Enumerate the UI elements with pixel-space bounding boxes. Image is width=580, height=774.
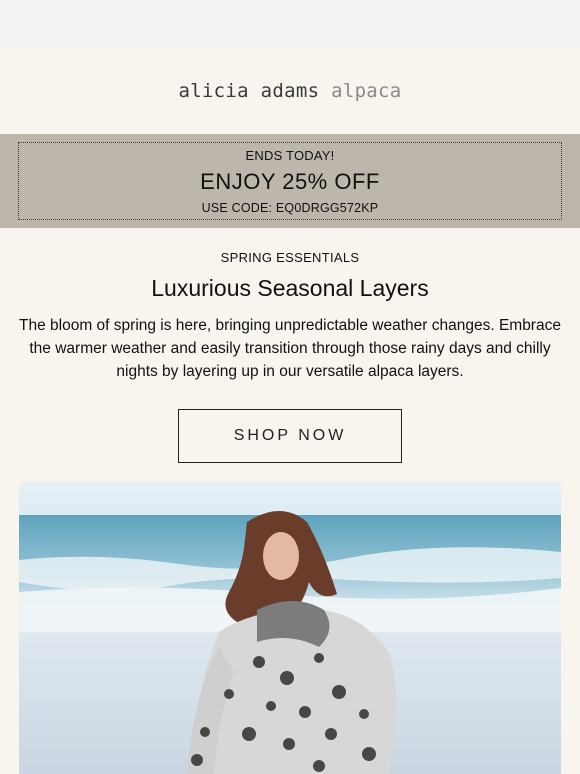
section-body-text: The bloom of spring is here, bringing un… [19, 317, 561, 380]
promo-banner[interactable]: ENDS TODAY! ENJOY 25% OFF USE CODE: EQ0D… [0, 134, 580, 228]
promo-dotted-frame: ENDS TODAY! ENJOY 25% OFF USE CODE: EQ0D… [18, 142, 562, 220]
section-headline: Luxurious Seasonal Layers [151, 275, 429, 301]
header: alicia adams alpaca [0, 48, 580, 134]
brand-logo[interactable]: alicia adams alpaca [178, 80, 401, 102]
email-top-spacer [0, 0, 580, 48]
promo-ends-today: ENDS TODAY! [245, 148, 335, 163]
shop-now-button[interactable]: SHOP NOW [178, 409, 402, 463]
promo-offer: ENJOY 25% OFF [200, 169, 380, 194]
hero-image[interactable] [19, 482, 561, 774]
hero-beach-photo [19, 482, 561, 774]
main-content: SPRING ESSENTIALS Luxurious Seasonal Lay… [0, 250, 580, 463]
promo-code: USE CODE: EQ0DRGG572KP [201, 201, 379, 215]
section-eyebrow: SPRING ESSENTIALS [220, 250, 360, 265]
logo-main-text: alicia adams [178, 80, 320, 102]
logo-secondary-text: alpaca [331, 80, 402, 102]
